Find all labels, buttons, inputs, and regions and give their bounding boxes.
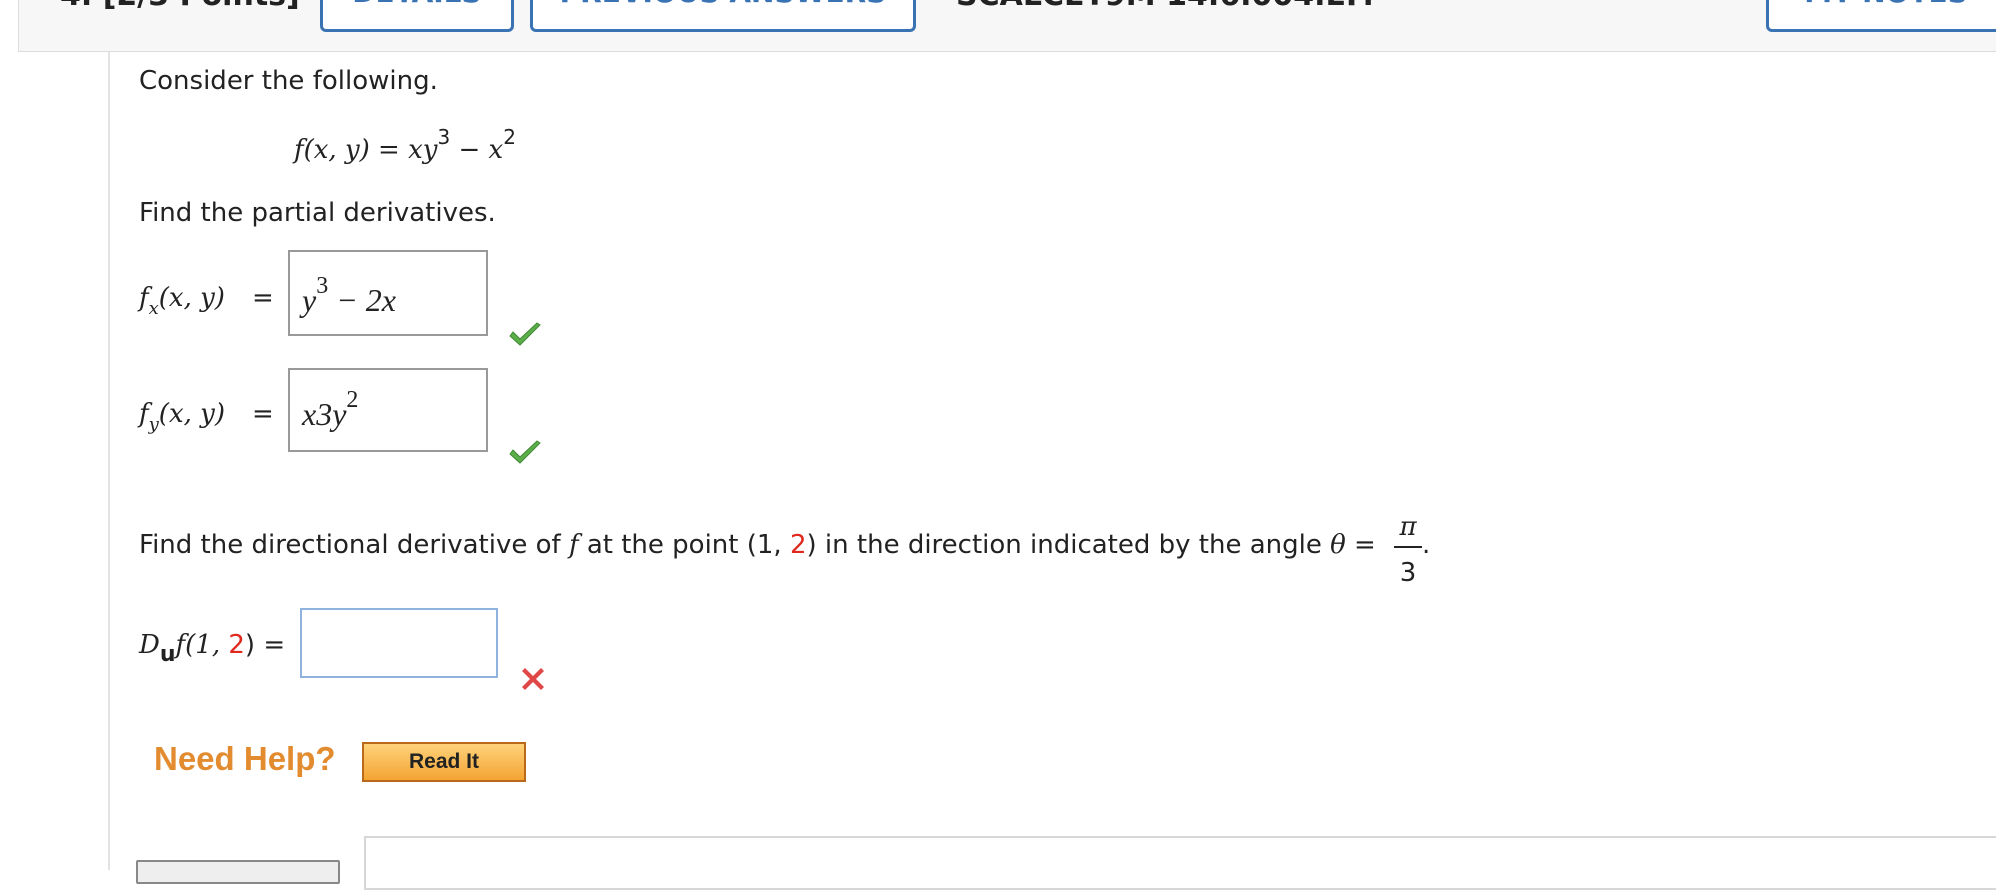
du-label-D: D [139,630,160,660]
fy-label-subscript: y [148,414,159,435]
fx-answer-rest: − 2x [328,282,396,318]
fx-label-args: (x, y) [158,283,225,313]
incorrect-x-icon [522,668,544,690]
function-label: f(x, y) = xy [294,135,438,165]
fy-answer-box[interactable]: x3y2 [288,368,488,452]
details-button[interactable]: DETAILS [320,0,514,32]
fy-label: fy(x, y) [139,399,225,435]
fraction-bar [1394,546,1422,548]
fy-label-f: f [139,399,149,429]
du-label: Duf(1, 2) = [139,630,286,667]
fy-label-args: (x, y) [158,399,225,429]
directional-derivative-input[interactable] [300,608,498,678]
fraction-numerator: π [1399,512,1417,542]
points-label: 4. [2/3 Points] [60,0,300,13]
function-minus-term: − x [450,135,504,165]
fraction-period: . [1422,530,1431,560]
my-notes-button[interactable]: MY NOTES [1766,0,1996,32]
fy-answer-exponent: 2 [346,387,359,413]
need-help-label: Need Help? [154,740,336,777]
du-label-close: ) = [244,630,286,660]
du-label-f: f(1, [175,630,229,660]
function-expression: f(x, y) = xy3 − x2 [294,125,516,165]
fx-label-subscript: x [148,298,159,319]
previous-answers-button[interactable]: PREVIOUS ANSWERS [530,0,916,32]
directional-point-y: 2 [789,530,807,560]
fx-answer: y3 − 2x [302,273,396,319]
fy-equals: = [252,399,274,429]
intro-text: Consider the following. [139,66,438,96]
bottom-panel-partial [364,836,1996,890]
fraction-denominator: 3 [1399,558,1417,588]
content-left-rule [108,52,110,870]
problem-id: SCALCET9M 14.6.004.EP. [956,0,1374,13]
fx-label: fx(x, y) [139,283,225,319]
fx-answer-box[interactable]: y3 − 2x [288,250,488,336]
fx-correct-check-icon [509,322,541,346]
fx-answer-exponent: 3 [316,273,329,299]
read-it-button[interactable]: Read It [362,742,526,782]
fx-label-f: f [139,283,149,313]
fx-answer-base: y [302,282,317,318]
fy-correct-check-icon [509,440,541,464]
theta-equals: = [1345,530,1376,560]
directional-prompt-f: f [568,530,579,560]
directional-prompt-part-2: at the point (1, [578,530,790,560]
angle-fraction: π 3 [1394,512,1422,592]
directional-prompt: Find the directional derivative of f at … [139,530,1376,560]
fy-answer: x3y2 [302,387,358,433]
function-exponent-2: 2 [503,125,516,149]
du-label-point-y: 2 [228,630,245,660]
fy-answer-base: x3y [302,396,347,432]
du-label-subscript: u [159,642,176,667]
directional-prompt-part-3: ) in the direction indicated by the angl… [806,530,1331,560]
function-exponent-1: 3 [437,125,451,149]
partials-prompt: Find the partial derivatives. [139,198,496,228]
directional-prompt-part-1: Find the directional derivative of [139,530,569,560]
submit-answer-button-partial[interactable] [136,860,340,884]
fx-equals: = [252,283,274,313]
theta-symbol: θ [1330,530,1346,560]
